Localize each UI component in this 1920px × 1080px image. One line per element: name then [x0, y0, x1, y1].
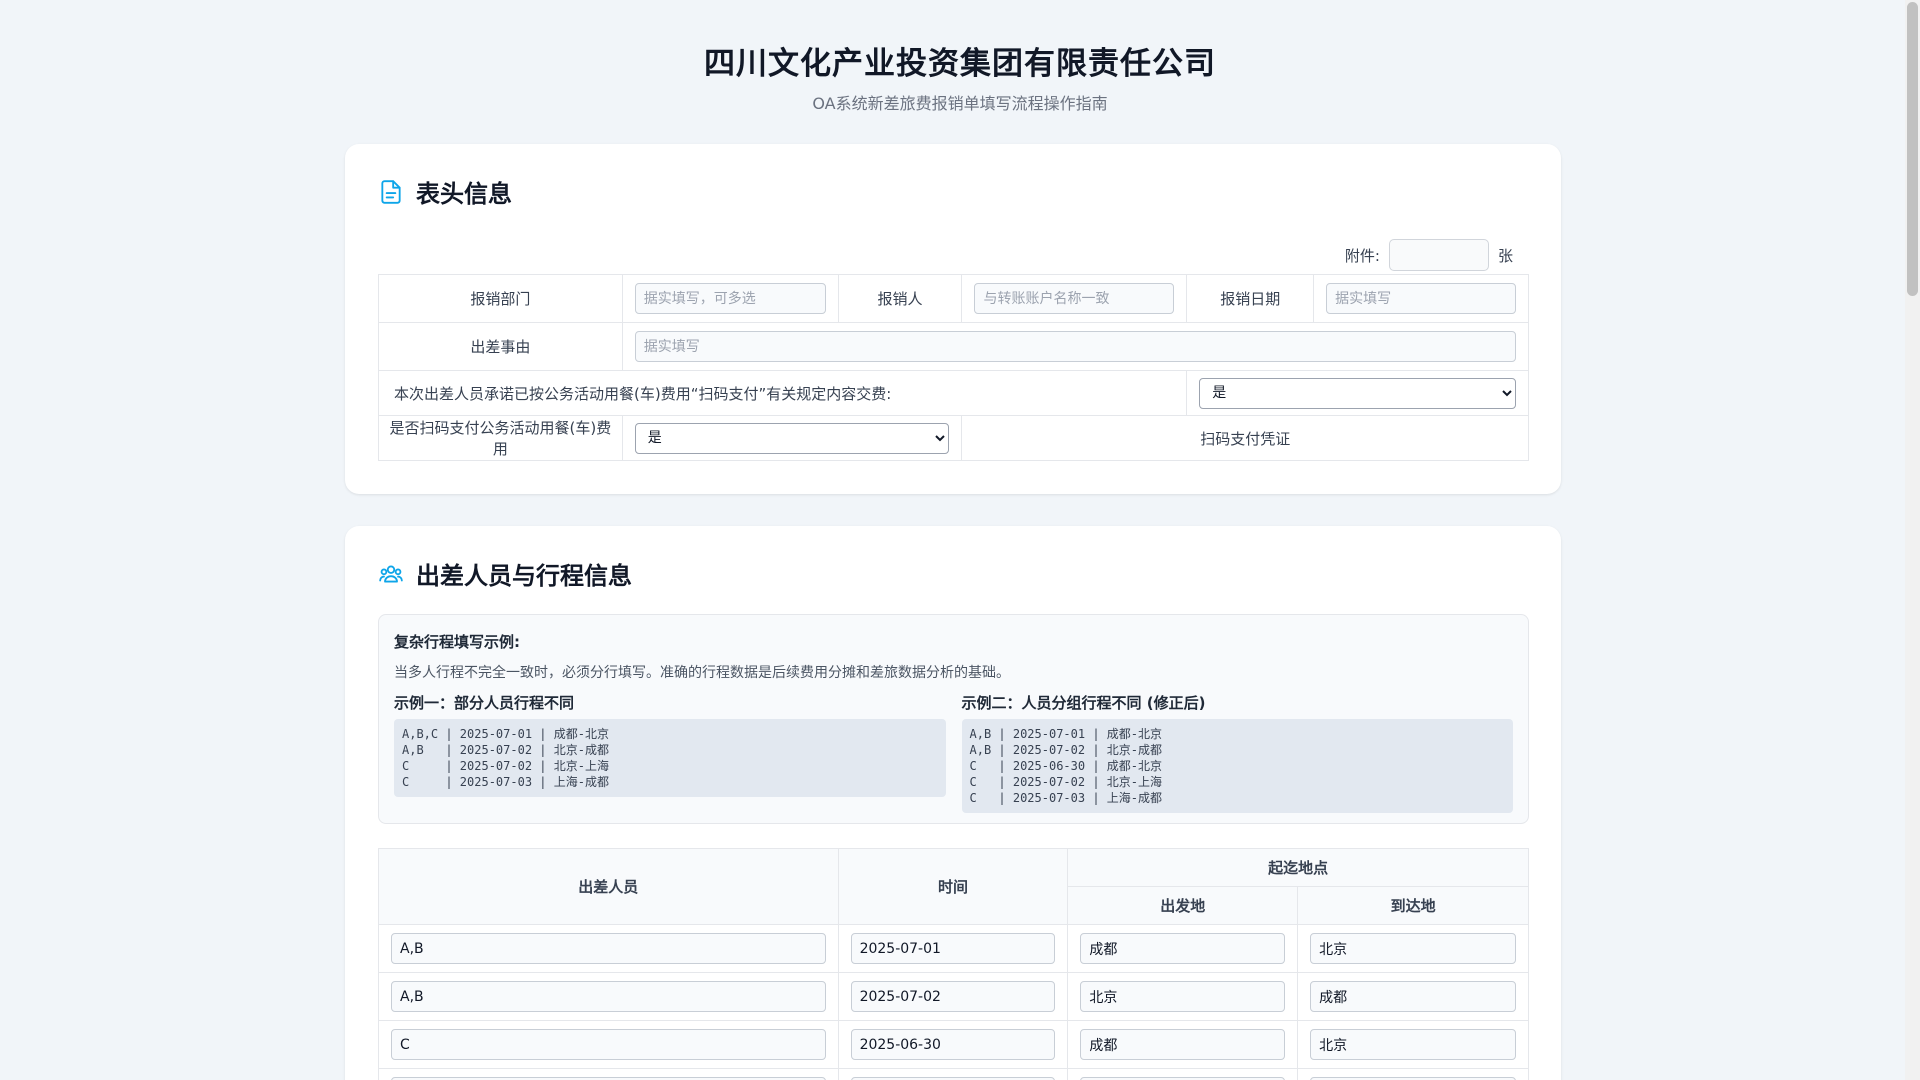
- section-title: 出差人员与行程信息: [416, 562, 632, 590]
- attachment-count: 附件: 张: [1345, 239, 1513, 271]
- people-input[interactable]: [391, 981, 826, 1012]
- dept-input[interactable]: [634, 283, 826, 314]
- header-form-table: 报销部门 报销人 报销日期 出差事由 本次出差人员承诺已按公务活动用餐(车)费用…: [377, 274, 1530, 461]
- date-input[interactable]: [850, 933, 1056, 964]
- col-time-header: 时间: [837, 848, 1069, 925]
- example-two: 示例二：人员分组行程不同 (修正后) A,B | 2025-07-01 | 成都…: [961, 692, 1513, 813]
- reason-input[interactable]: [634, 331, 1516, 362]
- attachment-count-input[interactable]: [1388, 239, 1489, 271]
- col-to-header: 到达地: [1297, 886, 1529, 925]
- to-input[interactable]: [1310, 1029, 1516, 1060]
- attachment-unit: 张: [1497, 246, 1513, 265]
- dept-label: 报销部门: [378, 274, 623, 323]
- example-title: 复杂行程填写示例:: [394, 633, 520, 651]
- people-input[interactable]: [391, 933, 826, 964]
- table-row: [378, 1020, 1529, 1069]
- col-route-header: 起迄地点: [1067, 848, 1529, 887]
- trips-table: 出差人员 时间 起迄地点 出发地 到达地: [378, 848, 1529, 1080]
- page-scrollbar[interactable]: [1905, 0, 1920, 1080]
- table-row: [378, 1068, 1529, 1080]
- example-one: 示例一：部分人员行程不同 A,B,C | 2025-07-01 | 成都-北京 …: [394, 692, 946, 813]
- form-row: 是否扫码支付公务活动用餐(车)费用 是 扫码支付凭证: [378, 415, 1529, 461]
- form-row: 出差事由: [378, 322, 1530, 371]
- voucher-label: 扫码支付凭证: [961, 415, 1529, 461]
- reason-label: 出差事由: [378, 322, 623, 371]
- travel-info-heading: 出差人员与行程信息: [378, 556, 632, 591]
- form-row: 报销部门 报销人 报销日期: [378, 274, 1529, 323]
- attachment-label: 附件:: [1344, 246, 1380, 265]
- pledge-label: 本次出差人员承诺已按公务活动用餐(车)费用“扫码支付”有关规定内容交费:: [377, 370, 1188, 416]
- page-header: 四川文化产业投资集团有限责任公司 OA系统新差旅费报销单填写流程操作指南: [0, 0, 1920, 114]
- people-input[interactable]: [391, 1029, 826, 1060]
- example-description: 当多人行程不完全一致时，必须分行填写。准确的行程数据是后续费用分摊和差旅数据分析…: [394, 665, 1010, 681]
- date-input[interactable]: [850, 1029, 1056, 1060]
- col-from-header: 出发地: [1067, 886, 1299, 925]
- pledge-select[interactable]: 是: [1199, 377, 1516, 409]
- document-icon: [378, 179, 404, 205]
- example-one-title: 示例一：部分人员行程不同: [394, 694, 575, 712]
- form-row: 本次出差人员承诺已按公务活动用餐(车)费用“扫码支付”有关规定内容交费: 是: [377, 370, 1529, 416]
- travel-info-card: 出差人员与行程信息 复杂行程填写示例: 当多人行程不完全一致时，必须分行填写。准…: [345, 526, 1561, 1080]
- users-icon: [378, 561, 404, 587]
- page-title: 四川文化产业投资集团有限责任公司: [704, 46, 1216, 82]
- header-info-card: 表头信息 附件: 张 报销部门 报销人 报销日期 出差事由: [345, 144, 1561, 494]
- to-input[interactable]: [1310, 981, 1516, 1012]
- date-label: 报销日期: [1186, 274, 1315, 323]
- from-input[interactable]: [1080, 981, 1286, 1012]
- section-title: 表头信息: [416, 180, 512, 208]
- claimant-label: 报销人: [837, 274, 963, 323]
- page-subtitle: OA系统新差旅费报销单填写流程操作指南: [812, 94, 1108, 113]
- claimant-input[interactable]: [974, 283, 1175, 314]
- date-input[interactable]: [1326, 283, 1516, 314]
- to-input[interactable]: [1310, 933, 1516, 964]
- from-input[interactable]: [1080, 933, 1286, 964]
- page: 四川文化产业投资集团有限责任公司 OA系统新差旅费报销单填写流程操作指南 表头信…: [0, 0, 1920, 1080]
- scan-label: 是否扫码支付公务活动用餐(车)费用: [378, 415, 623, 461]
- example-two-title: 示例二：人员分组行程不同 (修正后): [961, 694, 1206, 712]
- table-row: [378, 972, 1529, 1021]
- col-people-header: 出差人员: [378, 848, 839, 925]
- scrollbar-thumb[interactable]: [1907, 2, 1918, 296]
- example-two-code: A,B | 2025-07-01 | 成都-北京 A,B | 2025-07-0…: [961, 719, 1513, 813]
- date-input[interactable]: [850, 981, 1056, 1012]
- example-box: 复杂行程填写示例: 当多人行程不完全一致时，必须分行填写。准确的行程数据是后续费…: [378, 614, 1529, 824]
- scan-select[interactable]: 是: [634, 422, 950, 454]
- table-row: [378, 924, 1529, 973]
- header-info-heading: 表头信息: [378, 174, 512, 209]
- example-one-code: A,B,C | 2025-07-01 | 成都-北京 A,B | 2025-07…: [394, 719, 946, 797]
- from-input[interactable]: [1080, 1029, 1286, 1060]
